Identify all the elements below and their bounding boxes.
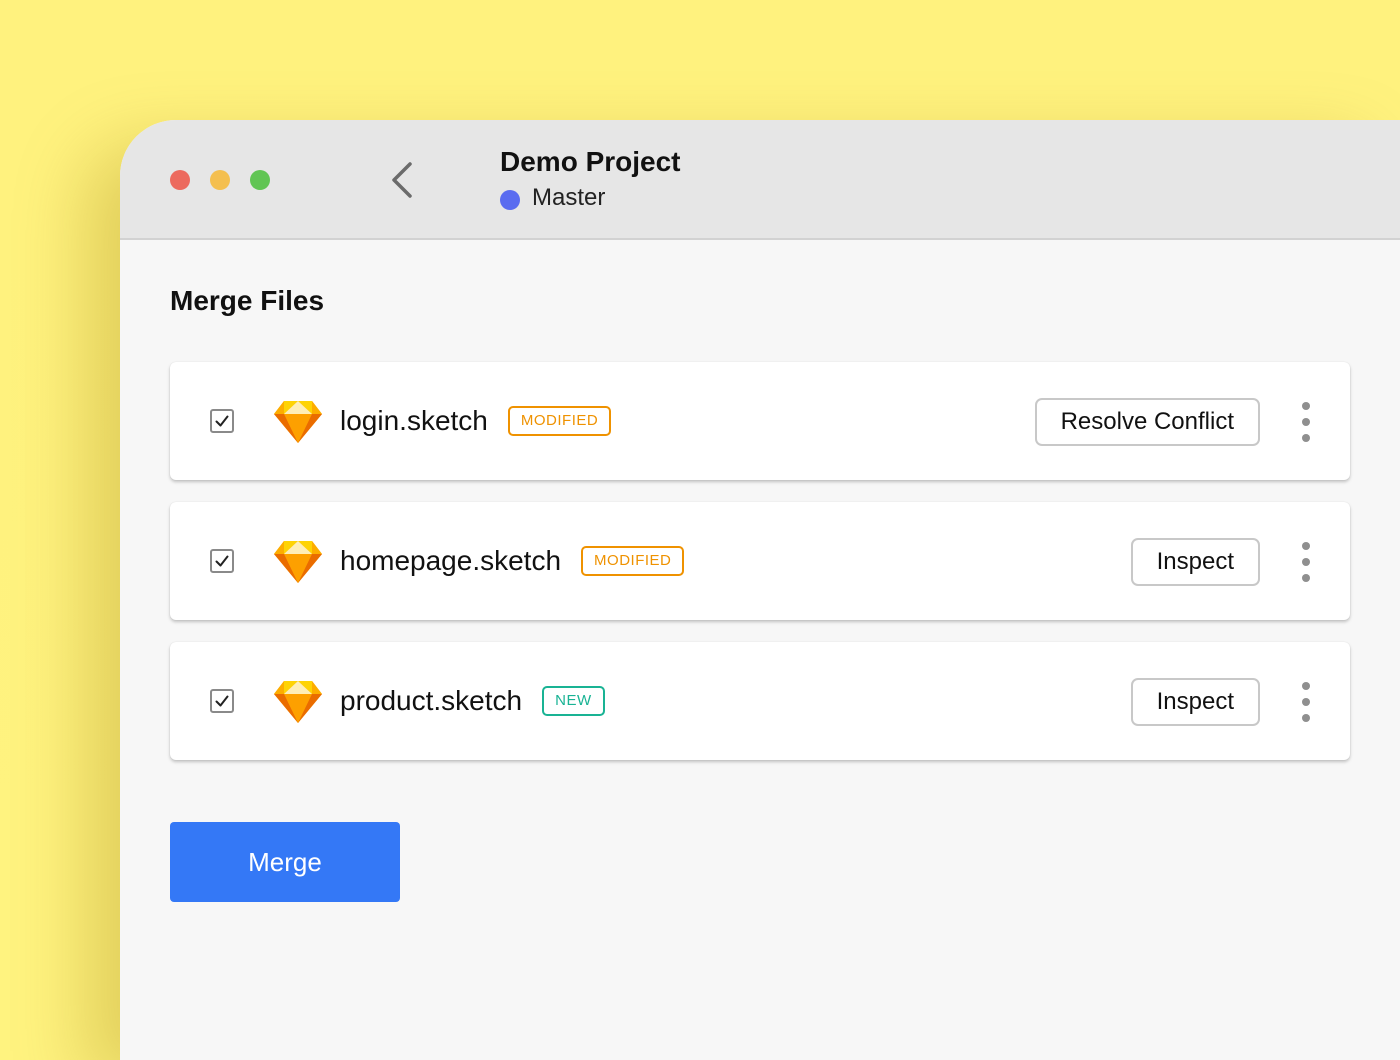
merge-button[interactable]: Merge <box>170 822 400 902</box>
app-window: Demo Project Master Merge Files login.sk… <box>120 120 1400 1060</box>
minimize-window-button[interactable] <box>210 170 230 190</box>
maximize-window-button[interactable] <box>250 170 270 190</box>
file-name: homepage.sketch <box>340 545 562 576</box>
file-list: login.sketch MODIFIED Resolve Conflict h… <box>170 362 1350 782</box>
more-dots-icon <box>1302 542 1310 550</box>
file-row: product.sketch NEW Inspect <box>170 642 1350 760</box>
resolve-conflict-button[interactable]: Resolve Conflict <box>1034 398 1260 446</box>
status-badge: NEW <box>542 686 605 716</box>
checkmark-icon <box>215 695 229 707</box>
file-name: product.sketch <box>340 685 523 716</box>
more-options-button[interactable] <box>1296 400 1316 444</box>
file-checkbox[interactable] <box>210 409 234 433</box>
chevron-left-icon <box>392 162 412 198</box>
more-dots-icon <box>1302 402 1310 410</box>
file-checkbox[interactable] <box>210 549 234 573</box>
inspect-button[interactable]: Inspect <box>1130 538 1260 586</box>
close-window-button[interactable] <box>170 170 190 190</box>
sketch-icon <box>274 681 322 723</box>
status-badge: MODIFIED <box>507 406 612 436</box>
more-options-button[interactable] <box>1296 680 1316 724</box>
file-name: login.sketch <box>340 405 488 436</box>
back-button[interactable] <box>388 160 418 200</box>
sketch-icon <box>274 401 322 443</box>
more-options-button[interactable] <box>1296 540 1316 584</box>
inspect-button[interactable]: Inspect <box>1130 678 1260 726</box>
title-bar: Demo Project Master <box>120 120 1400 240</box>
section-title: Merge Files <box>170 285 325 316</box>
branch-indicator-dot <box>500 190 520 210</box>
checkmark-icon <box>215 555 229 567</box>
sketch-icon <box>274 541 322 583</box>
branch-name[interactable]: Master <box>532 184 605 212</box>
more-dots-icon <box>1302 682 1310 690</box>
file-row: homepage.sketch MODIFIED Inspect <box>170 502 1350 620</box>
checkmark-icon <box>215 415 229 427</box>
status-badge: MODIFIED <box>581 546 685 576</box>
project-title: Demo Project <box>500 146 681 177</box>
file-row: login.sketch MODIFIED Resolve Conflict <box>170 362 1350 480</box>
file-checkbox[interactable] <box>210 689 234 713</box>
